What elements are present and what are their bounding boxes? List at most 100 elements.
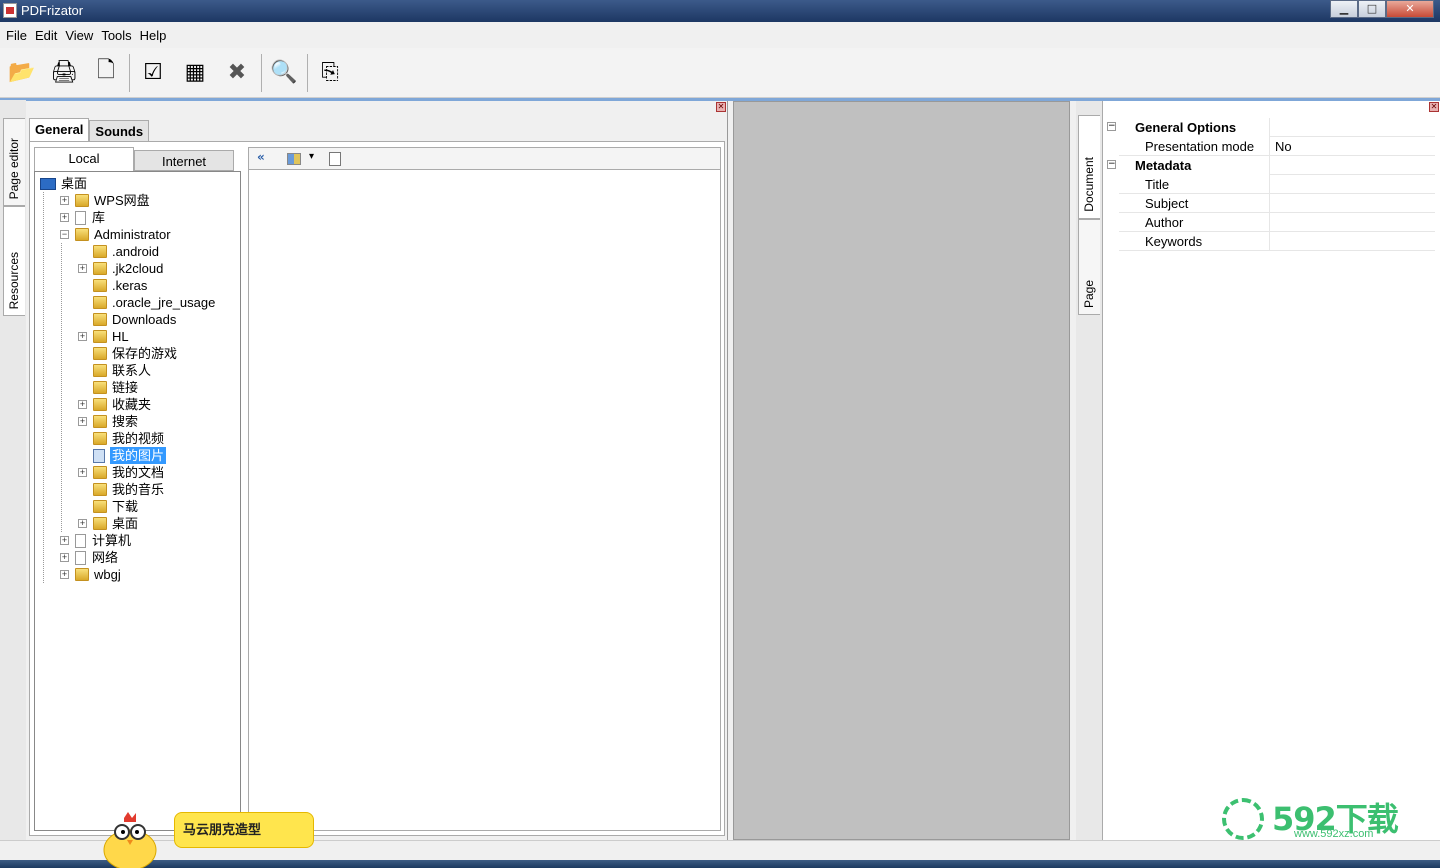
folder-icon	[93, 330, 107, 343]
folder-icon	[93, 364, 107, 377]
zoom-icon[interactable]: 🔍	[268, 56, 300, 88]
tab-page-label: Page	[1082, 279, 1096, 308]
close-button[interactable]: ✕	[1386, 0, 1434, 18]
tree-node[interactable]: + 我的文档	[78, 464, 164, 481]
tree-node[interactable]: 链接	[93, 379, 138, 396]
tree-node[interactable]: + wbgj	[60, 566, 121, 583]
close-panel-icon[interactable]: ✕	[716, 102, 726, 112]
scanner-icon[interactable]: 🖨	[48, 56, 80, 88]
minimize-button[interactable]: ▁	[1330, 0, 1358, 18]
folder-icon	[93, 347, 107, 360]
property-keywords[interactable]: Keywords	[1119, 232, 1435, 251]
tree-node[interactable]: 我的图片	[93, 447, 167, 464]
tree-node-label: 收藏夹	[112, 397, 152, 412]
tree-node[interactable]: 联系人	[93, 362, 151, 379]
folder-tree[interactable]: 桌面 + WPS网盘 + 库 − Administrator .android + .jk2clo…	[34, 171, 241, 831]
property-subject[interactable]: Subject	[1119, 194, 1435, 213]
open-icon[interactable]: 📂	[6, 56, 38, 88]
tree-node[interactable]: + WPS网盘	[60, 192, 150, 209]
tree-node[interactable]: 下载	[93, 498, 138, 515]
new-page-icon[interactable]: 🗋	[90, 56, 122, 88]
tab-page-editor[interactable]: Page editor	[3, 118, 25, 206]
expand-icon[interactable]: +	[78, 417, 87, 426]
image-folder-icon	[93, 448, 105, 463]
menu-edit[interactable]: Edit	[35, 28, 57, 43]
menu-tools[interactable]: Tools	[101, 28, 131, 43]
tree-node[interactable]: + HL	[78, 328, 129, 345]
tree-node-label: 联系人	[112, 363, 152, 378]
folder-icon	[75, 568, 89, 581]
view-options-icon[interactable]	[287, 153, 301, 165]
delete-icon[interactable]: ✖	[221, 56, 253, 88]
category-general-options: General Options	[1119, 118, 1435, 137]
tab-general[interactable]: General	[29, 118, 90, 143]
select-pages-icon[interactable]: ▦	[179, 56, 211, 88]
property-title[interactable]: Title	[1119, 175, 1435, 194]
expand-icon[interactable]: +	[78, 519, 87, 528]
menu-file[interactable]: File	[6, 28, 27, 43]
collapse-icon[interactable]: −	[60, 230, 69, 239]
file-list-pane[interactable]: « ▾	[248, 147, 721, 831]
tab-sounds[interactable]: Sounds	[89, 120, 150, 142]
tab-resources[interactable]: Resources	[3, 206, 25, 316]
tree-node[interactable]: .android	[93, 243, 159, 260]
tree-node[interactable]: + 桌面	[78, 515, 138, 532]
expand-icon[interactable]: +	[78, 264, 87, 273]
tree-node[interactable]: + 收藏夹	[78, 396, 152, 413]
page-preview-area[interactable]	[733, 101, 1070, 840]
tree-node[interactable]: − Administrator	[60, 226, 171, 243]
collapse-icon[interactable]: −	[1107, 122, 1116, 131]
property-presentation-mode[interactable]: Presentation mode No	[1119, 137, 1435, 156]
tree-node-label: .oracle_jre_usage	[112, 295, 216, 310]
tree-node[interactable]: 我的视频	[93, 430, 164, 447]
tree-node[interactable]: + 计算机	[60, 532, 131, 549]
folder-icon	[75, 194, 89, 207]
tab-document[interactable]: Document	[1078, 115, 1100, 219]
tree-node-label: WPS网盘	[94, 193, 150, 208]
menu-view[interactable]: View	[65, 28, 93, 43]
expand-icon[interactable]: +	[60, 536, 69, 545]
tab-page[interactable]: Page	[1078, 219, 1100, 315]
tree-node-label: 链接	[112, 380, 139, 395]
menu-help[interactable]: Help	[140, 28, 167, 43]
expand-icon[interactable]: +	[78, 468, 87, 477]
tree-guide-line	[43, 192, 44, 583]
tree-node[interactable]: .oracle_jre_usage	[93, 294, 215, 311]
tree-node[interactable]: 桌面	[40, 175, 87, 192]
back-icon[interactable]: «	[257, 150, 265, 164]
expand-icon[interactable]: +	[78, 400, 87, 409]
tree-node[interactable]: Downloads	[93, 311, 176, 328]
export-icon[interactable]: ⎘	[314, 56, 346, 88]
close-panel-icon[interactable]: ✕	[1429, 102, 1439, 112]
document-icon	[75, 210, 86, 225]
tab-document-label: Document	[1082, 157, 1096, 212]
property-value[interactable]: No	[1275, 137, 1292, 156]
tree-node[interactable]: 保存的游戏	[93, 345, 177, 362]
tree-node[interactable]: + 网络	[60, 549, 118, 566]
expand-icon[interactable]: +	[60, 553, 69, 562]
tab-internet[interactable]: Internet	[134, 150, 234, 171]
watermark: 592下载 www.592xz.com	[1222, 794, 1412, 844]
tree-node[interactable]: + 搜索	[78, 413, 138, 430]
watermark-url: www.592xz.com	[1294, 828, 1374, 840]
tree-node-label: Administrator	[94, 227, 171, 242]
maximize-button[interactable]: □	[1358, 0, 1386, 18]
document-icon[interactable]	[329, 152, 341, 166]
tree-node[interactable]: 我的音乐	[93, 481, 164, 498]
expand-icon[interactable]: +	[60, 196, 69, 205]
chevron-down-icon[interactable]: ▾	[309, 151, 314, 162]
property-author[interactable]: Author	[1119, 213, 1435, 232]
expand-icon[interactable]: +	[60, 570, 69, 579]
tab-local[interactable]: Local	[34, 147, 134, 171]
tree-node[interactable]: .keras	[93, 277, 147, 294]
collapse-icon[interactable]: −	[1107, 160, 1116, 169]
check-icon[interactable]: ☑	[137, 56, 169, 88]
tree-node[interactable]: + .jk2cloud	[78, 260, 163, 277]
expand-icon[interactable]: +	[60, 213, 69, 222]
tree-node-label: 我的图片	[110, 447, 167, 464]
folder-icon	[93, 466, 107, 479]
expand-icon[interactable]: +	[78, 332, 87, 341]
tree-node[interactable]: + 库	[60, 209, 105, 226]
resource-tabs: General Sounds	[29, 118, 150, 143]
toolbar-separator	[129, 54, 130, 92]
